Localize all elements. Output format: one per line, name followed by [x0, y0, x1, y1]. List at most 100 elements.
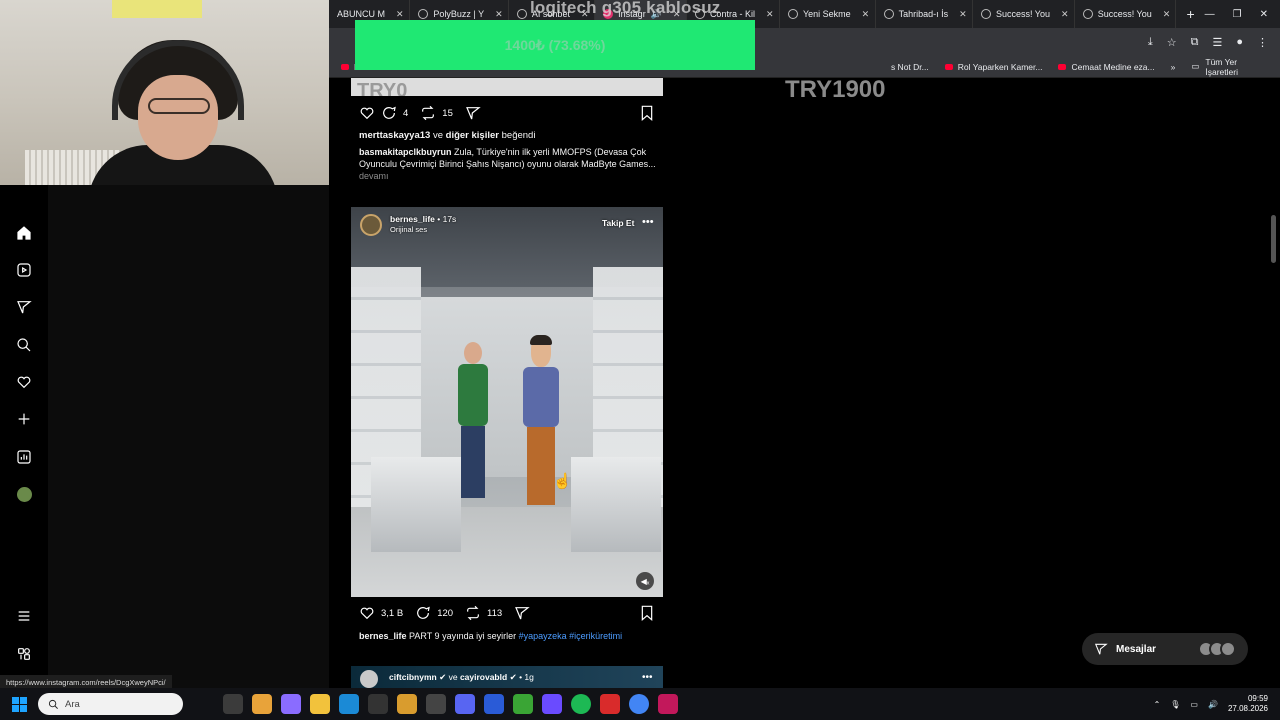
close-tab-icon[interactable]: ✕	[1163, 9, 1171, 20]
chrome-icon[interactable]	[252, 694, 272, 714]
liked-by-others[interactable]: diğer kişiler	[446, 130, 499, 141]
profile-avatar[interactable]	[14, 484, 34, 504]
caption-username[interactable]: bernes_life	[359, 631, 407, 641]
browser-tab[interactable]: Yeni Sekme ✕	[780, 0, 876, 28]
also-from-meta-icon[interactable]	[14, 644, 34, 664]
like-count[interactable]: 3,1 B	[381, 608, 403, 619]
avatar-circle	[16, 486, 32, 502]
repost-icon[interactable]	[465, 605, 481, 621]
app-icon[interactable]	[542, 694, 562, 714]
app-icon[interactable]	[600, 694, 620, 714]
volume-icon[interactable]: 🔊	[1208, 700, 1218, 709]
chevron-up-icon[interactable]: ⌃	[1154, 700, 1161, 709]
hashtag-link[interactable]: #yapayzeka	[519, 631, 567, 641]
bookmark-item[interactable]: s Not Dr...	[891, 62, 929, 72]
install-app-icon[interactable]: ⤓	[1148, 36, 1153, 49]
messages-button[interactable]: Mesajlar	[1082, 633, 1248, 665]
media-icon[interactable]: ☰	[1212, 36, 1222, 49]
close-tab-icon[interactable]: ✕	[1061, 9, 1069, 20]
edge-icon[interactable]	[339, 694, 359, 714]
collab-authors[interactable]: ciftcibnymn ✔ ve cayirovabld ✔ • 1g	[389, 672, 534, 683]
clock[interactable]: 09:59 27.08.2026	[1228, 694, 1268, 714]
comment-count: 120	[437, 607, 454, 619]
audio-label[interactable]: Orijinal ses	[390, 225, 427, 234]
profile-avatar-icon[interactable]: ●	[1236, 36, 1243, 48]
share-icon[interactable]	[465, 105, 481, 121]
file-explorer-icon[interactable]	[310, 694, 330, 714]
more-menu-icon[interactable]	[14, 606, 34, 626]
audio-muted-icon[interactable]: ◀ₓ	[636, 572, 654, 590]
reel-video[interactable]: bernes_life • 17s Orijinal ses Takip Et …	[351, 207, 663, 597]
github-icon[interactable]	[426, 694, 446, 714]
caption-username[interactable]: basmakitapclkbuyrun	[359, 147, 452, 157]
close-tab-icon[interactable]: ✕	[396, 9, 404, 20]
extensions-icon[interactable]: ⧉	[1191, 36, 1199, 49]
video-counter-left	[371, 457, 461, 552]
close-tab-icon[interactable]: ✕	[495, 9, 503, 20]
new-tab-button[interactable]: +	[1176, 6, 1204, 22]
comment-icon[interactable]	[381, 105, 397, 121]
restore-icon[interactable]: ❐	[1233, 9, 1242, 20]
page-scrollbar[interactable]	[1271, 215, 1276, 263]
browser-tab[interactable]: Success! You ✕	[1075, 0, 1177, 28]
all-bookmarks[interactable]: ▭ Tüm Yer İşaretleri	[1191, 57, 1280, 77]
microphone-icon[interactable]: 🎙	[1170, 700, 1180, 709]
caption-text: PART 9 yayında iyi seyirler	[409, 631, 517, 641]
direct-send-icon	[1094, 643, 1108, 655]
store-icon[interactable]	[397, 694, 417, 714]
dashboard-icon[interactable]	[14, 447, 34, 467]
browser-tab[interactable]: Tahribad-ı İs ✕	[876, 0, 973, 28]
author-avatar[interactable]	[360, 214, 382, 236]
author-username[interactable]: ciftcibnymn	[389, 672, 437, 682]
minimize-icon[interactable]: —	[1205, 9, 1215, 20]
search-placeholder: Ara	[65, 698, 80, 710]
discord-icon[interactable]	[455, 694, 475, 714]
author-avatar[interactable]	[360, 670, 378, 688]
like-heart-icon[interactable]	[359, 605, 375, 621]
task-view-icon[interactable]	[223, 694, 243, 714]
like-heart-icon[interactable]	[359, 105, 375, 121]
save-bookmark-icon[interactable]	[640, 105, 656, 121]
more-options-icon[interactable]: •••	[642, 216, 654, 228]
bookmarks-overflow-button[interactable]: »	[1171, 62, 1176, 72]
follow-button[interactable]: Takip Et	[602, 218, 634, 228]
spotify-icon[interactable]	[571, 694, 591, 714]
browser-tab[interactable]: Success! You ✕	[973, 0, 1075, 28]
bookmark-item[interactable]: Rol Yaparken Kamer...	[944, 62, 1042, 72]
copilot-icon[interactable]	[281, 694, 301, 714]
bookmark-star-icon[interactable]: ☆	[1167, 36, 1177, 49]
create-plus-icon[interactable]	[14, 409, 34, 429]
taskbar-search[interactable]: Ara	[38, 693, 183, 715]
bookmark-item[interactable]: Cemaat Medine eza...	[1058, 62, 1155, 72]
home-icon[interactable]	[14, 223, 34, 243]
display-icon[interactable]: ▭	[1190, 700, 1198, 709]
search-icon[interactable]	[14, 335, 34, 355]
close-tab-icon[interactable]: ✕	[862, 9, 870, 20]
liked-by-line: merttaskayya13 ve diğer kişiler beğendi	[359, 130, 535, 141]
author-username[interactable]: bernes_life	[390, 214, 435, 224]
close-tab-icon[interactable]: ✕	[959, 9, 967, 20]
minecraft-icon[interactable]	[513, 694, 533, 714]
liked-by-user[interactable]: merttaskayya13	[359, 130, 430, 141]
heart-icon[interactable]	[14, 372, 34, 392]
direct-send-icon[interactable]	[14, 297, 34, 317]
system-tray: ⌃ 🎙 ▭ 🔊 09:59 27.08.2026	[1154, 694, 1280, 714]
repost-icon[interactable]	[420, 105, 436, 121]
comment-icon[interactable]	[415, 605, 431, 621]
more-options-icon[interactable]: •••	[642, 672, 653, 683]
author-line[interactable]: bernes_life • 17s	[390, 214, 456, 224]
close-tab-icon[interactable]: ✕	[766, 9, 774, 20]
app-icon[interactable]	[484, 694, 504, 714]
more-link[interactable]: devamı	[359, 171, 389, 181]
save-bookmark-icon[interactable]	[640, 605, 656, 621]
share-icon[interactable]	[514, 605, 530, 621]
chrome-icon[interactable]	[629, 694, 649, 714]
close-window-icon[interactable]: ✕	[1260, 9, 1268, 20]
author-username[interactable]: cayirovabld	[460, 672, 507, 682]
menu-icon[interactable]: ⋮	[1257, 36, 1268, 49]
reels-icon[interactable]	[14, 260, 34, 280]
steam-icon[interactable]	[368, 694, 388, 714]
app-icon[interactable]	[658, 694, 678, 714]
start-button[interactable]	[0, 696, 38, 712]
hashtag-link[interactable]: #içeriküretimi	[569, 631, 622, 641]
